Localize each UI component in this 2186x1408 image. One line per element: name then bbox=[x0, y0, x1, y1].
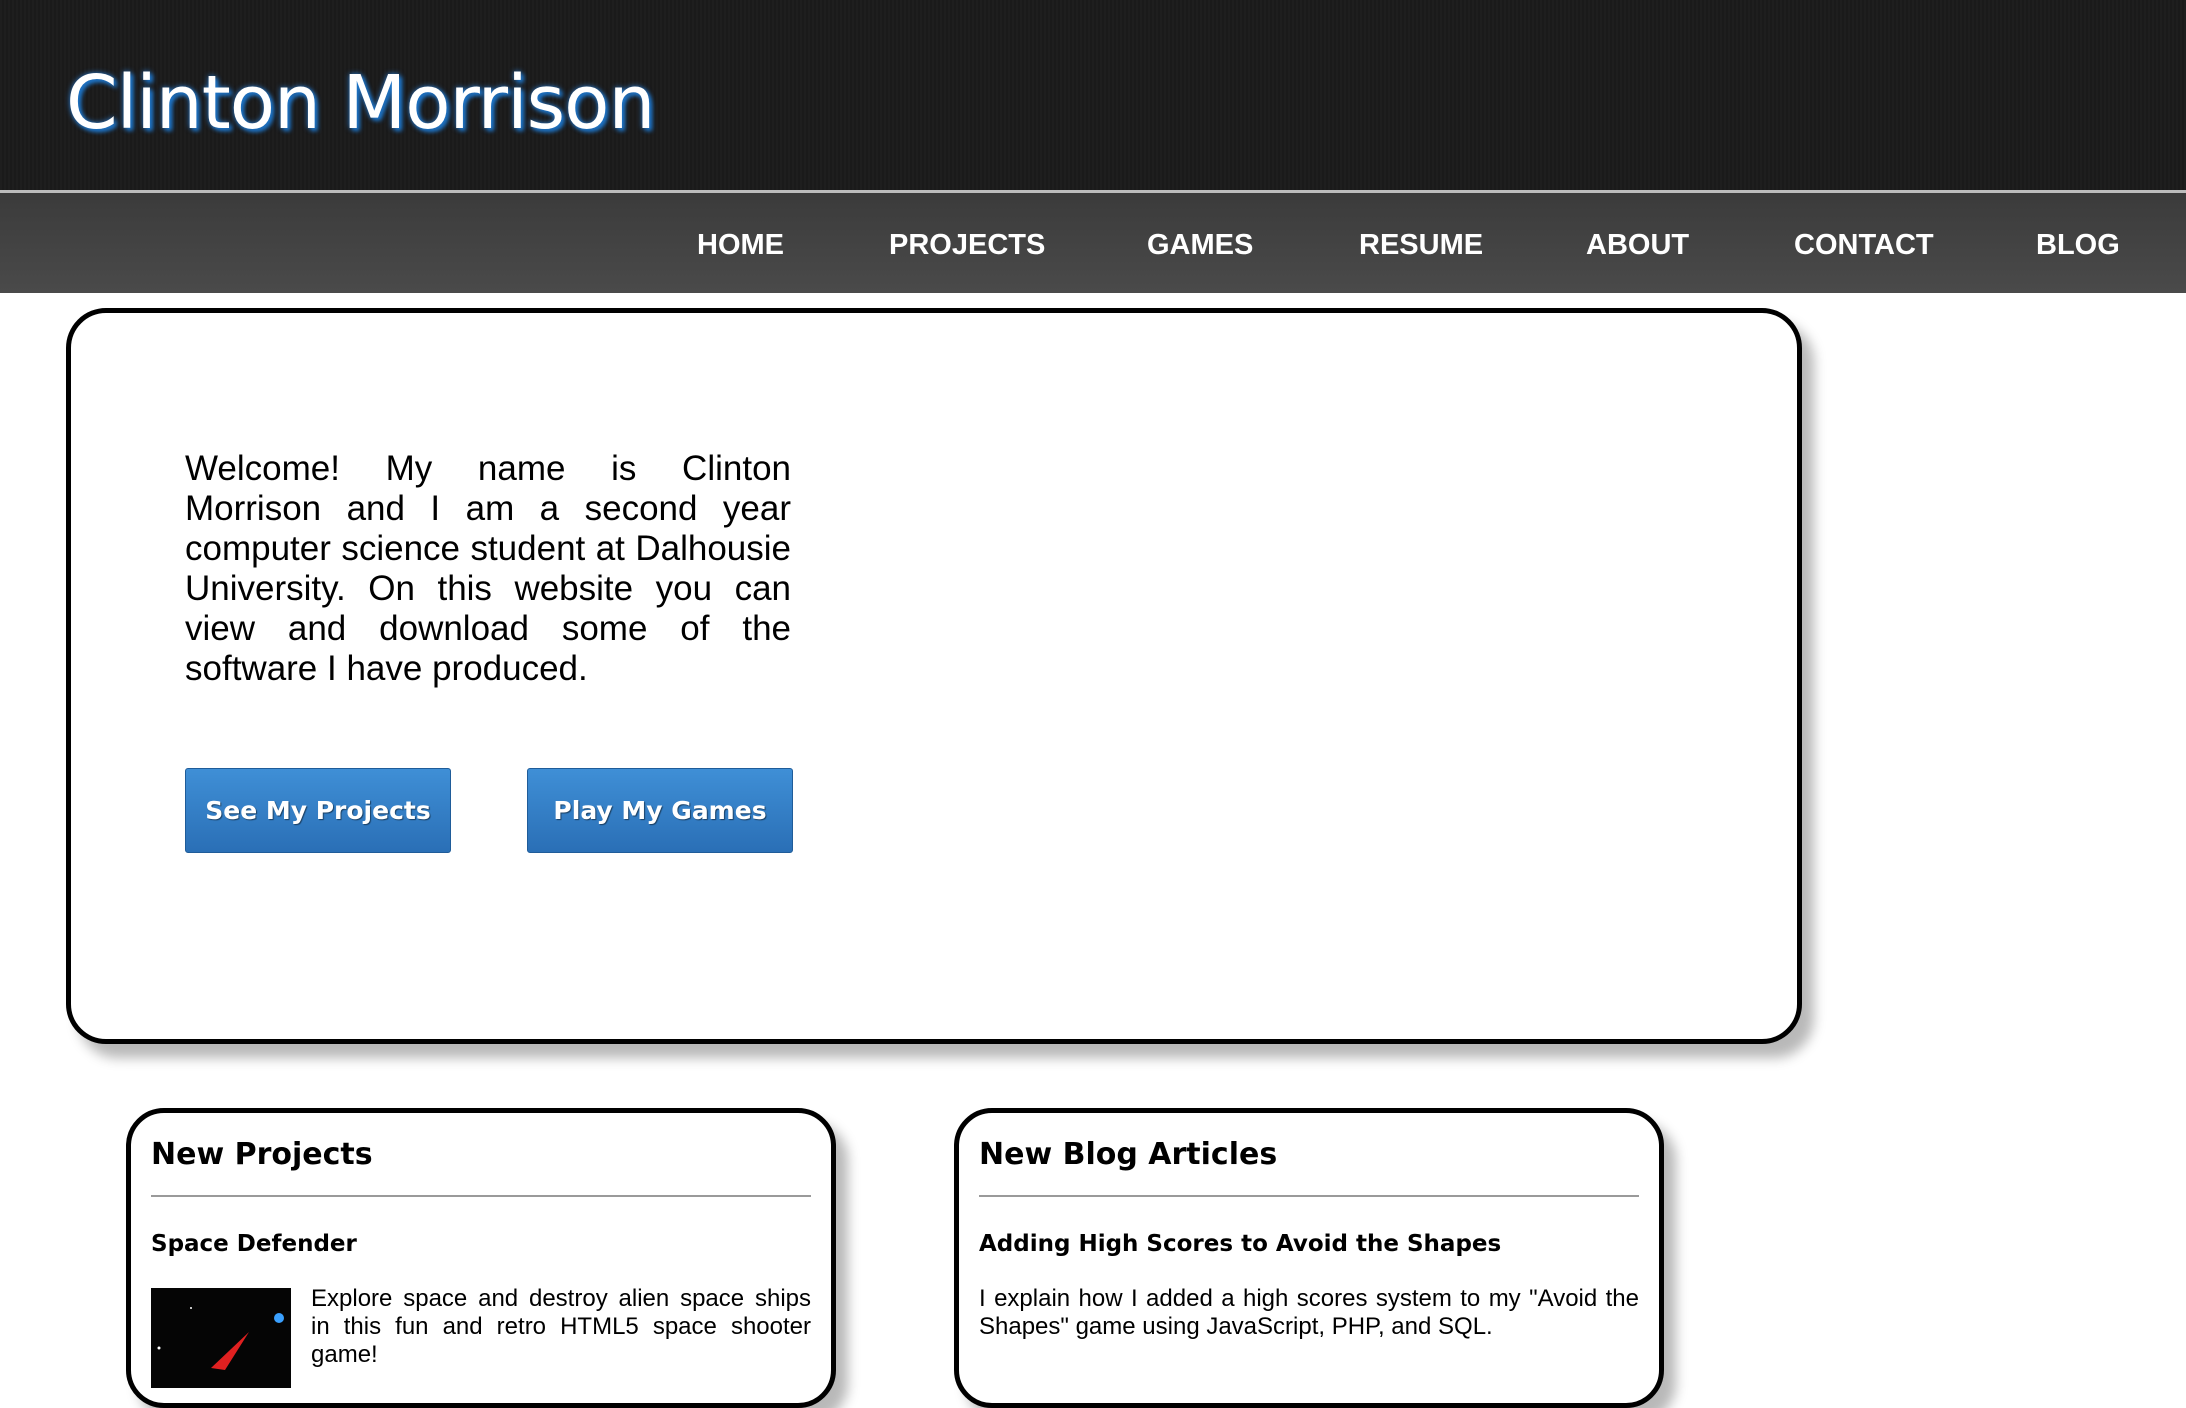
nav-item-contact[interactable]: CONTACT bbox=[1794, 229, 1934, 262]
site-header: Clinton Morrison bbox=[0, 0, 2186, 190]
new-blog-articles-card: New Blog Articles Adding High Scores to … bbox=[954, 1108, 1664, 1408]
blog-item-description: I explain how I added a high scores syst… bbox=[979, 1285, 1639, 1340]
nav-item-games[interactable]: GAMES bbox=[1147, 229, 1253, 262]
new-projects-card: New Projects Space Defender Explore spac… bbox=[126, 1108, 836, 1408]
project-item-description: Explore space and destroy alien space sh… bbox=[311, 1285, 811, 1368]
nav-item-projects[interactable]: PROJECTS bbox=[889, 229, 1045, 262]
new-blog-articles-title: New Blog Articles bbox=[979, 1137, 1278, 1172]
nav-item-blog[interactable]: BLOG bbox=[2036, 229, 2120, 262]
welcome-text: Welcome! My name is Clinton Morrison and… bbox=[185, 449, 791, 688]
new-projects-title: New Projects bbox=[151, 1137, 373, 1172]
project-item-title[interactable]: Space Defender bbox=[151, 1231, 357, 1257]
play-my-games-button[interactable]: Play My Games bbox=[527, 768, 793, 853]
new-blog-divider bbox=[979, 1195, 1639, 1197]
nav-item-home[interactable]: HOME bbox=[697, 229, 784, 262]
blog-item-title[interactable]: Adding High Scores to Avoid the Shapes bbox=[979, 1231, 1501, 1257]
nav-item-about[interactable]: ABOUT bbox=[1586, 229, 1689, 262]
new-projects-divider bbox=[151, 1195, 811, 1197]
space-game-thumbnail-icon[interactable] bbox=[151, 1288, 291, 1388]
site-title[interactable]: Clinton Morrison bbox=[66, 66, 655, 140]
see-my-projects-button[interactable]: See My Projects bbox=[185, 768, 451, 853]
welcome-panel: Welcome! My name is Clinton Morrison and… bbox=[66, 308, 1802, 1044]
main-nav: HOME PROJECTS GAMES RESUME ABOUT CONTACT… bbox=[0, 193, 2186, 293]
nav-item-resume[interactable]: RESUME bbox=[1359, 229, 1483, 262]
